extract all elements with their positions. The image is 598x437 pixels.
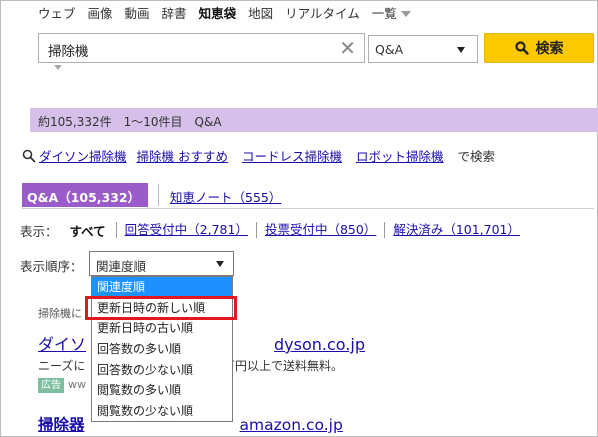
search-icon — [514, 41, 529, 55]
category-select-value: Q&A — [375, 42, 404, 57]
ad-badge: 広告 — [38, 378, 64, 393]
results-caption: 掃除機に — [38, 307, 82, 320]
sort-order-value: 関連度順 — [96, 259, 147, 274]
chevron-down-icon — [400, 10, 411, 17]
chevron-down-icon — [216, 261, 224, 267]
sort-option[interactable]: 回答数の少ない順 — [92, 360, 232, 381]
close-icon[interactable]: ✕ — [339, 37, 356, 59]
result-count-text: 約105,332件 1〜10件目 Q&A — [38, 115, 222, 129]
nav-item-images[interactable]: 画像 — [88, 3, 113, 21]
filter-accepting-votes[interactable]: 投票受付中（850） — [255, 222, 384, 238]
tab-underline — [22, 208, 594, 209]
tab-divider — [158, 184, 159, 206]
search-input[interactable]: 掃除機 ✕ — [38, 33, 365, 63]
filter-all[interactable]: すべて — [70, 221, 106, 240]
sort-option[interactable]: 閲覧数の多い順 — [92, 380, 232, 401]
related-link-robot[interactable]: ロボット掃除機 — [356, 146, 444, 165]
related-link-cordless[interactable]: コードレス掃除機 — [242, 146, 342, 165]
search-options-chevron-icon[interactable] — [54, 65, 62, 70]
nav-item-list-label: 一覧 — [371, 6, 397, 21]
chevron-down-icon — [457, 47, 465, 53]
search-button-label: 検索 — [535, 41, 564, 57]
nav-item-web[interactable]: ウェブ — [38, 3, 76, 21]
filter-label: 表示： — [20, 223, 58, 239]
sort-label: 表示順序： — [20, 259, 83, 274]
result-desc-left: ニーズに — [38, 359, 86, 373]
related-link-dyson[interactable]: ダイソン掃除機 — [39, 146, 127, 165]
tab-qa[interactable]: Q&A（105,332） — [22, 183, 148, 207]
filter-accepting-answers[interactable]: 回答受付中（2,781） — [115, 222, 256, 238]
tab-chie-note[interactable]: 知恵ノート（555） — [170, 187, 281, 206]
result-2-title-left: 掃除器 — [38, 416, 85, 434]
sort-option[interactable]: 関連度順 — [92, 277, 232, 298]
search-button[interactable]: 検索 — [484, 33, 594, 63]
related-searches: ダイソン掃除機 掃除機 おすすめ コードレス掃除機 ロボット掃除機 で検索 — [22, 146, 495, 165]
sort-order-dropdown: 関連度順 更新日時の新しい順 更新日時の古い順 回答数の多い順 回答数の少ない順… — [91, 276, 233, 422]
nav-item-realtime[interactable]: リアルタイム — [285, 3, 360, 21]
category-select[interactable]: Q&A — [368, 35, 478, 63]
sort-option[interactable]: 回答数の多い順 — [92, 339, 232, 360]
sort-option[interactable]: 更新日時の新しい順 — [92, 298, 232, 319]
sort-order-select[interactable]: 関連度順 — [89, 251, 234, 276]
top-navigation: ウェブ 画像 動画 辞書 知恵袋 地図 リアルタイム 一覧 — [38, 3, 435, 21]
search-icon — [22, 149, 36, 162]
sort-option[interactable]: 閲覧数の少ない順 — [92, 401, 232, 422]
nav-item-dictionary[interactable]: 辞書 — [162, 3, 187, 21]
related-link-recommend[interactable]: 掃除機 おすすめ — [137, 146, 228, 165]
sort-option[interactable]: 更新日時の古い順 — [92, 318, 232, 339]
filter-resolved[interactable]: 解決済み（101,701） — [384, 222, 528, 238]
result-count-bar: 約105,332件 1〜10件目 Q&A — [30, 108, 598, 132]
related-suffix: で検索 — [457, 149, 496, 164]
result-2-title-right: amazon.co.jp — [239, 416, 343, 434]
status-filters: 表示： すべて 回答受付中（2,781） 投票受付中（850） 解決済み（101… — [20, 221, 528, 240]
result-title-right: dyson.co.jp — [274, 335, 365, 354]
result-url: ww — [68, 378, 86, 391]
result-title-left: ダイソ — [38, 335, 87, 354]
nav-item-videos[interactable]: 動画 — [125, 3, 150, 21]
nav-item-list[interactable]: 一覧 — [371, 3, 423, 21]
nav-item-map[interactable]: 地図 — [248, 3, 273, 21]
nav-item-chiebukuro[interactable]: 知恵袋 — [199, 3, 237, 21]
search-query: 掃除機 — [48, 44, 89, 60]
